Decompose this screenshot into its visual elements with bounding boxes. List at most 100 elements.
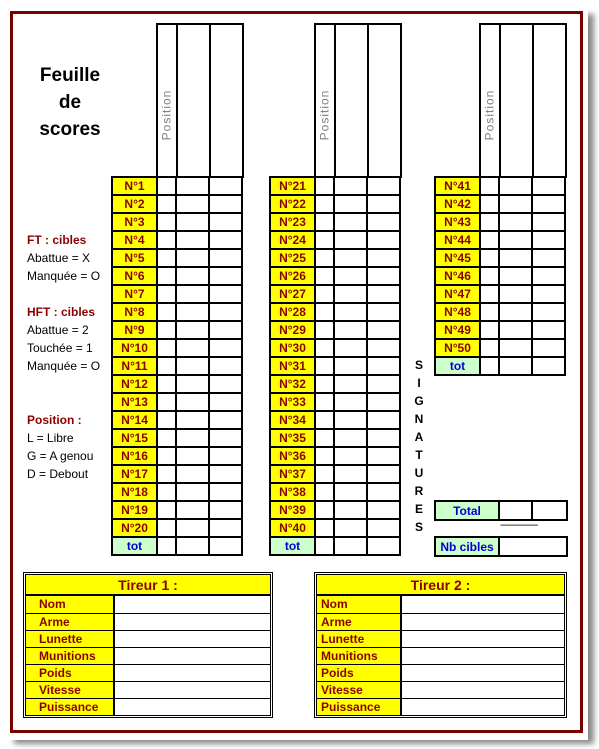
- position-cell[interactable]: [314, 518, 335, 538]
- shooter-field-value[interactable]: [401, 647, 564, 665]
- position-cell[interactable]: [479, 230, 500, 250]
- score-cell[interactable]: [208, 194, 243, 214]
- score-cell[interactable]: [175, 176, 210, 196]
- position-cell[interactable]: [156, 338, 177, 358]
- score-cell[interactable]: [366, 500, 401, 520]
- score-cell[interactable]: [498, 266, 533, 286]
- score-cell[interactable]: [366, 482, 401, 502]
- position-cell[interactable]: [156, 284, 177, 304]
- shooter-field-value[interactable]: [114, 630, 270, 648]
- position-cell[interactable]: [314, 302, 335, 322]
- shooter-field-value[interactable]: [114, 647, 270, 665]
- position-cell[interactable]: [314, 212, 335, 232]
- score-cell[interactable]: [208, 212, 243, 232]
- score-cell[interactable]: [175, 374, 210, 394]
- score-cell[interactable]: [175, 500, 210, 520]
- shooter-field-value[interactable]: [401, 698, 564, 715]
- position-cell[interactable]: [314, 392, 335, 412]
- position-cell[interactable]: [479, 284, 500, 304]
- score-cell[interactable]: [498, 248, 533, 268]
- position-cell[interactable]: [314, 230, 335, 250]
- score-cell[interactable]: [333, 230, 368, 250]
- score-cell[interactable]: [366, 464, 401, 484]
- shooter-field-value[interactable]: [401, 681, 564, 699]
- position-cell[interactable]: [156, 374, 177, 394]
- position-cell[interactable]: [314, 266, 335, 286]
- score-cell[interactable]: [531, 338, 566, 358]
- position-cell[interactable]: [479, 266, 500, 286]
- score-cell[interactable]: [175, 338, 210, 358]
- score-cell[interactable]: [175, 284, 210, 304]
- score-cell[interactable]: [531, 230, 566, 250]
- score-cell[interactable]: [333, 500, 368, 520]
- score-cell[interactable]: [333, 518, 368, 538]
- tot-score-cell[interactable]: [531, 356, 566, 376]
- position-cell[interactable]: [156, 446, 177, 466]
- score-cell[interactable]: [531, 266, 566, 286]
- position-cell[interactable]: [479, 194, 500, 214]
- score-cell[interactable]: [333, 320, 368, 340]
- position-cell[interactable]: [479, 176, 500, 196]
- score-cell[interactable]: [366, 446, 401, 466]
- score-cell[interactable]: [208, 392, 243, 412]
- score-cell[interactable]: [333, 266, 368, 286]
- position-cell[interactable]: [156, 518, 177, 538]
- position-cell[interactable]: [314, 374, 335, 394]
- score-cell[interactable]: [531, 212, 566, 232]
- total-cell[interactable]: [498, 500, 533, 521]
- position-cell[interactable]: [479, 320, 500, 340]
- score-cell[interactable]: [531, 176, 566, 196]
- position-cell[interactable]: [479, 212, 500, 232]
- shooter-field-value[interactable]: [114, 596, 270, 614]
- score-cell[interactable]: [366, 320, 401, 340]
- score-cell[interactable]: [208, 500, 243, 520]
- score-cell[interactable]: [333, 356, 368, 376]
- score-cell[interactable]: [208, 374, 243, 394]
- score-cell[interactable]: [333, 464, 368, 484]
- nb-cibles-cell[interactable]: [498, 536, 568, 557]
- score-cell[interactable]: [175, 302, 210, 322]
- position-cell[interactable]: [156, 392, 177, 412]
- score-cell[interactable]: [531, 302, 566, 322]
- score-cell[interactable]: [366, 374, 401, 394]
- score-cell[interactable]: [208, 410, 243, 430]
- tot-score-cell[interactable]: [366, 536, 401, 556]
- score-cell[interactable]: [366, 176, 401, 196]
- score-cell[interactable]: [208, 446, 243, 466]
- score-cell[interactable]: [531, 194, 566, 214]
- score-cell[interactable]: [333, 428, 368, 448]
- score-cell[interactable]: [498, 320, 533, 340]
- position-cell[interactable]: [314, 320, 335, 340]
- score-cell[interactable]: [366, 518, 401, 538]
- score-cell[interactable]: [498, 212, 533, 232]
- position-cell[interactable]: [314, 482, 335, 502]
- position-cell[interactable]: [156, 410, 177, 430]
- shooter-field-value[interactable]: [401, 630, 564, 648]
- score-cell[interactable]: [208, 320, 243, 340]
- shooter-field-value[interactable]: [114, 681, 270, 699]
- score-cell[interactable]: [333, 284, 368, 304]
- score-cell[interactable]: [366, 356, 401, 376]
- score-cell[interactable]: [333, 446, 368, 466]
- tot-score-cell[interactable]: [208, 536, 243, 556]
- position-cell[interactable]: [156, 500, 177, 520]
- score-cell[interactable]: [333, 212, 368, 232]
- score-cell[interactable]: [333, 482, 368, 502]
- position-cell[interactable]: [156, 356, 177, 376]
- position-cell[interactable]: [156, 302, 177, 322]
- score-cell[interactable]: [366, 284, 401, 304]
- score-cell[interactable]: [208, 302, 243, 322]
- score-cell[interactable]: [498, 284, 533, 304]
- score-cell[interactable]: [366, 212, 401, 232]
- score-cell[interactable]: [366, 302, 401, 322]
- shooter-field-value[interactable]: [114, 613, 270, 631]
- score-cell[interactable]: [175, 392, 210, 412]
- position-cell[interactable]: [156, 266, 177, 286]
- position-cell[interactable]: [156, 482, 177, 502]
- position-cell[interactable]: [156, 248, 177, 268]
- score-cell[interactable]: [208, 428, 243, 448]
- score-cell[interactable]: [366, 266, 401, 286]
- score-cell[interactable]: [175, 356, 210, 376]
- score-cell[interactable]: [333, 410, 368, 430]
- score-cell[interactable]: [333, 374, 368, 394]
